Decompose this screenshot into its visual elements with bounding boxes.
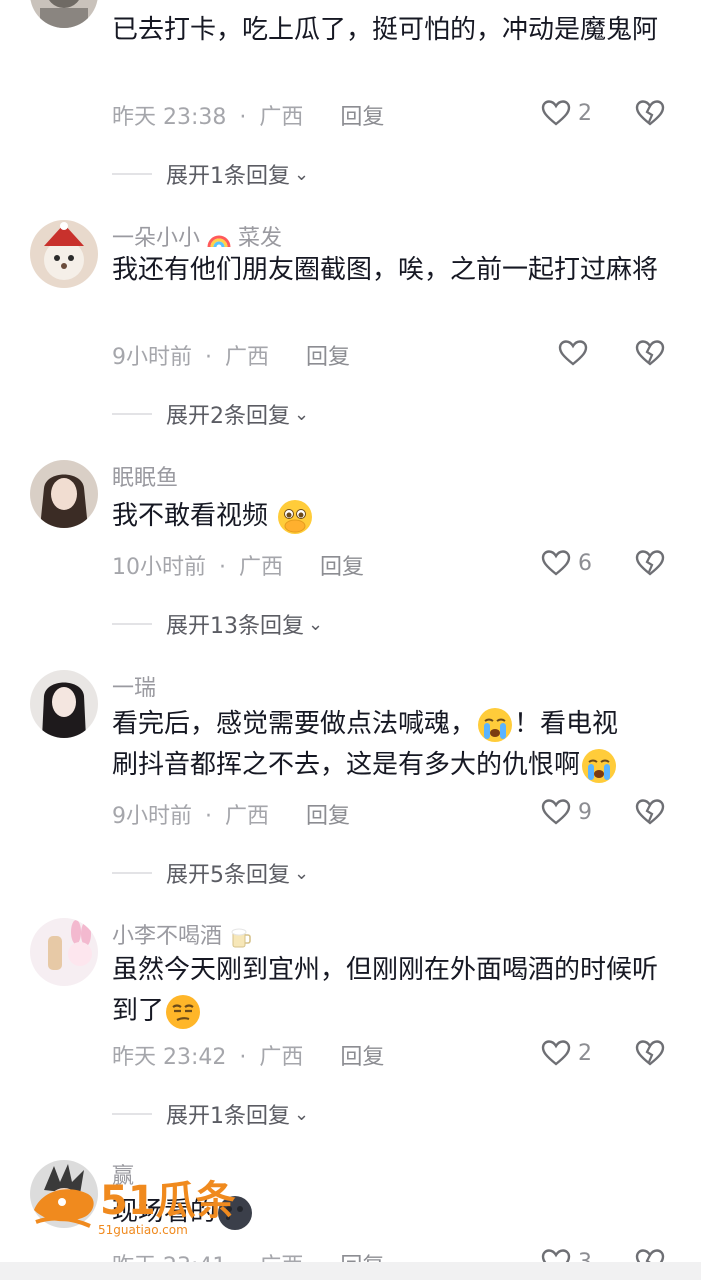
divider	[112, 623, 152, 625]
divider	[112, 1113, 152, 1115]
meta-separator: ·	[219, 555, 226, 580]
comment-text: 看完后，感觉需要做点法喊魂， ！看电视 刷抖音都挥之不去，这是有多大的仇恨啊	[112, 704, 672, 786]
heart-icon	[541, 1040, 571, 1066]
watermark-brand: 51瓜条	[100, 1178, 236, 1224]
comment-time: 9小时前	[112, 804, 192, 829]
heart-icon	[541, 799, 571, 825]
comment-author[interactable]: 一瑞	[112, 670, 156, 702]
comment-time: 昨天 23:38	[112, 105, 227, 130]
comment-meta: 9小时前 · 广西 回复	[112, 339, 350, 371]
dislike-icon[interactable]	[634, 547, 666, 579]
heart-icon	[541, 100, 571, 126]
heart-icon	[558, 340, 588, 366]
comment-location: 广西	[225, 804, 270, 829]
crying-face-icon	[582, 748, 617, 783]
like-count: 2	[578, 100, 592, 126]
expand-replies-button[interactable]: 展开5条回复 ⌄	[112, 857, 309, 889]
comment-meta: 昨天 23:38 · 广西 回复	[112, 99, 384, 131]
comment-text-content: 我不敢看视频	[112, 501, 269, 531]
reply-button[interactable]: 回复	[306, 345, 350, 370]
expand-replies-button[interactable]: 展开1条回复 ⌄	[112, 1098, 309, 1130]
like-count: 6	[578, 550, 592, 576]
meta-separator: ·	[239, 1045, 247, 1070]
dislike-icon[interactable]	[634, 796, 666, 828]
comment-time: 昨天 23:42	[112, 1045, 227, 1070]
reply-button[interactable]: 回复	[340, 1045, 384, 1070]
bottom-bar	[0, 1262, 701, 1280]
comment-text: 我还有他们朋友圈截图，唉，之前一起打过麻将	[112, 255, 659, 285]
reply-button[interactable]: 回复	[320, 555, 364, 580]
comment-text-part: ！看电视	[514, 709, 619, 739]
comment-text-part: 刷抖音都挥之不去，这是有多大的仇恨啊	[112, 750, 581, 780]
expand-replies-button[interactable]: 展开1条回复 ⌄	[112, 158, 309, 190]
expand-replies-label: 展开2条回复	[166, 404, 290, 429]
crying-face-icon	[478, 707, 513, 742]
dislike-icon[interactable]	[634, 97, 666, 129]
like-button[interactable]: 2	[540, 97, 592, 129]
comment-meta: 10小时前 · 广西 回复	[112, 549, 364, 581]
rainbow-icon	[207, 235, 231, 248]
like-button[interactable]	[557, 337, 589, 369]
comment-text: 已去打卡，吃上瓜了，挺可怕的，冲动是魔鬼阿	[112, 15, 659, 45]
dislike-icon[interactable]	[634, 1037, 666, 1069]
comment-author[interactable]: 小李不喝酒	[112, 918, 253, 950]
smirking-face-icon	[166, 994, 201, 1029]
divider	[112, 413, 152, 415]
comment-text: 虽然今天刚到宜州，但刚刚在外面喝酒的时候听到了	[112, 950, 672, 1032]
meta-separator: ·	[239, 105, 247, 130]
avatar[interactable]	[30, 0, 98, 28]
divider	[112, 872, 152, 874]
expand-replies-button[interactable]: 展开13条回复 ⌄	[112, 608, 323, 640]
meta-separator: ·	[205, 804, 212, 829]
like-button[interactable]: 6	[540, 547, 592, 579]
like-button[interactable]: 2	[540, 1037, 592, 1069]
comment-author[interactable]: 眠眠鱼	[112, 460, 178, 492]
avatar[interactable]	[30, 670, 98, 738]
watermark-url: 51guatiao.com	[98, 1223, 188, 1237]
pleading-face-icon	[278, 499, 313, 534]
watermark-logo: 51瓜条 51guatiao.com	[28, 1170, 248, 1240]
avatar[interactable]	[30, 918, 98, 986]
comment-location: 广西	[259, 105, 304, 130]
chevron-down-icon: ⌄	[294, 163, 310, 185]
avatar[interactable]	[30, 460, 98, 528]
chevron-down-icon: ⌄	[294, 403, 310, 425]
comment-time: 10小时前	[112, 555, 206, 580]
comment-text: 我不敢看视频	[112, 496, 672, 537]
author-name: 小李不喝酒	[112, 924, 223, 949]
reply-button[interactable]: 回复	[306, 804, 350, 829]
beer-icon	[231, 928, 251, 948]
like-button[interactable]: 9	[540, 796, 592, 828]
comment-meta: 9小时前 · 广西 回复	[112, 798, 350, 830]
chevron-down-icon: ⌄	[294, 1103, 310, 1125]
author-name: 一朵小小	[112, 226, 201, 251]
reply-button[interactable]: 回复	[340, 105, 384, 130]
expand-replies-label: 展开1条回复	[166, 164, 290, 189]
chevron-down-icon: ⌄	[294, 862, 310, 884]
divider	[112, 173, 152, 175]
author-name-suffix: 菜发	[238, 226, 283, 251]
comment-author[interactable]: 一朵小小 菜发	[112, 220, 282, 252]
expand-replies-label: 展开13条回复	[166, 614, 304, 639]
comment-location: 广西	[239, 555, 284, 580]
expand-replies-label: 展开1条回复	[166, 1104, 290, 1129]
chevron-down-icon: ⌄	[308, 613, 324, 635]
comment-time: 9小时前	[112, 345, 192, 370]
dislike-icon[interactable]	[634, 337, 666, 369]
comment-location: 广西	[225, 345, 270, 370]
like-count: 2	[578, 1040, 592, 1066]
avatar[interactable]	[30, 220, 98, 288]
heart-icon	[541, 550, 571, 576]
comment-text-part: 看完后，感觉需要做点法喊魂，	[112, 709, 477, 739]
expand-replies-button[interactable]: 展开2条回复 ⌄	[112, 398, 309, 430]
watermark-graphic: 51瓜条 51guatiao.com	[34, 1178, 236, 1237]
expand-replies-label: 展开5条回复	[166, 863, 290, 888]
meta-separator: ·	[205, 345, 212, 370]
comment-meta: 昨天 23:42 · 广西 回复	[112, 1039, 384, 1071]
comment-location: 广西	[259, 1045, 304, 1070]
like-count: 9	[578, 799, 592, 825]
